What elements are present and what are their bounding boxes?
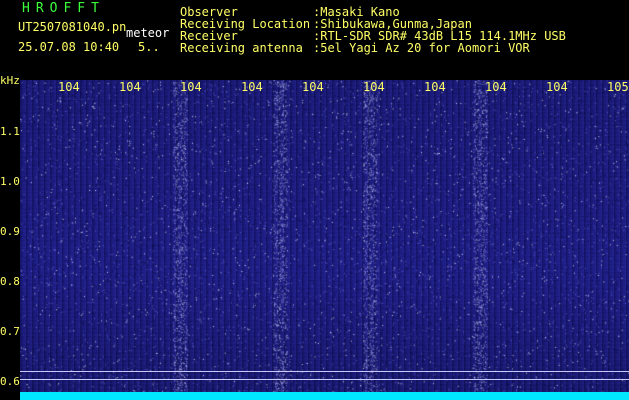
antenna-value: :5el Yagi Az 20 for Aomori VOR [313,41,530,55]
y-tick-label: 1.1 [0,125,20,138]
y-tick-label: 0.7 [0,325,20,338]
antenna-label: Receiving antenna [180,41,303,55]
x-tick-label: 104 [485,80,507,94]
y-tick-label: 0.9 [0,225,20,238]
filename-label: UT2507081040.pn [18,20,127,34]
y-axis-unit: kHz [0,74,20,87]
x-tick-label: 104 [241,80,263,94]
marker-line-upper [20,371,629,372]
spectrogram-noise [20,80,629,400]
marker-line-lower [20,379,629,380]
y-tick-label: 0.6 [0,375,20,388]
category-label: meteor [126,26,170,40]
datetime-label: 25.07.08 10:40 [18,40,120,54]
x-tick-label: 104 [58,80,80,94]
spectrogram [20,80,629,400]
duration-label: 5.. [138,40,160,54]
x-tick-label: 104 [180,80,202,94]
header-panel: HROFFT UT2507081040.pn meteor 25.07.08 1… [0,0,629,80]
x-tick-label: 104 [424,80,446,94]
x-tick-label: 104 [546,80,568,94]
y-tick-label: 1.0 [0,175,20,188]
x-tick-label: 1050 [607,80,629,94]
signal-baseline [20,392,629,400]
x-tick-label: 104 [363,80,385,94]
x-tick-label: 104 [119,80,141,94]
x-tick-label: 104 [302,80,324,94]
y-tick-label: 0.8 [0,275,20,288]
hrofft-logo: HROFFT [22,1,105,16]
